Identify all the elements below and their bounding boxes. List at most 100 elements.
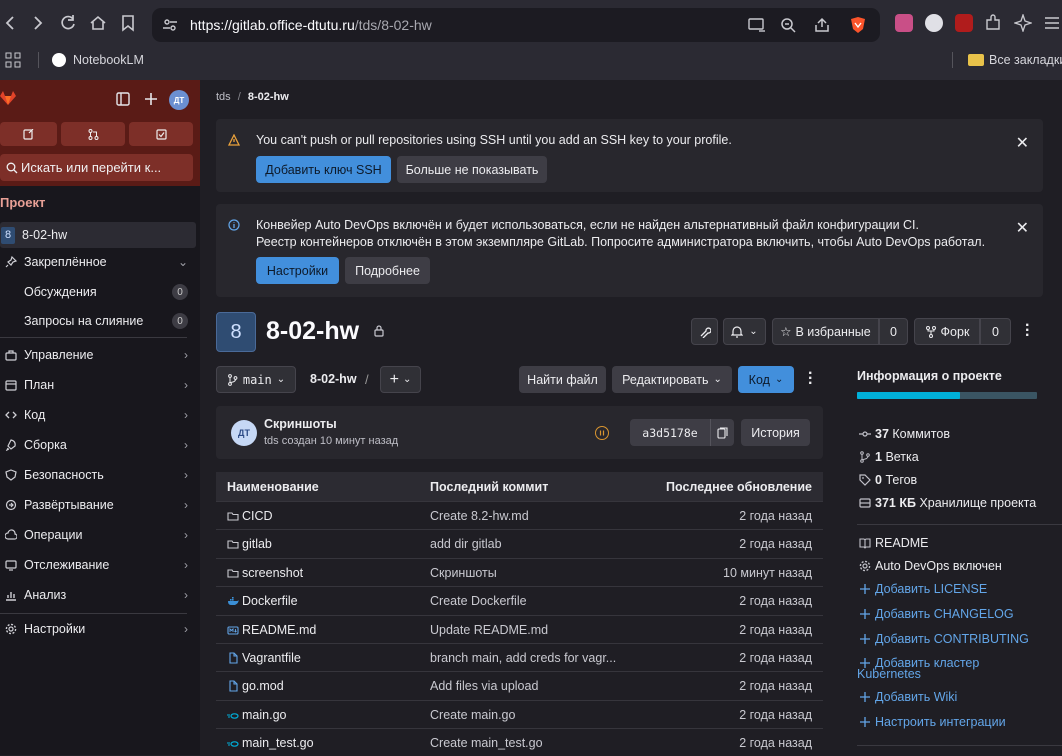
sidebar-item-project[interactable]: 8 8-02-hw <box>0 222 196 248</box>
table-row[interactable]: screenshot Скриншоты 10 минут назад <box>216 557 823 586</box>
notifications-button[interactable]: ⌄ <box>723 318 766 345</box>
add-to-tree-button[interactable]: + ⌄ <box>380 366 421 393</box>
extensions-icon[interactable] <box>984 14 1002 32</box>
sidebar-item-7[interactable]: Отслеживание › <box>0 552 196 578</box>
file-name[interactable]: main.go <box>242 708 286 722</box>
search-or-go-button[interactable]: Искать или перейти к... <box>0 154 193 181</box>
sidebar-item-6[interactable]: Операции › <box>0 522 196 548</box>
close-icon[interactable]: ✕ <box>1016 133 1029 153</box>
file-last-commit[interactable]: Create 8.2-hw.md <box>430 509 529 523</box>
add-link[interactable]: Добавить LICENSE <box>857 582 987 596</box>
project-stat[interactable]: 37 Коммитов <box>857 427 950 441</box>
file-name[interactable]: README.md <box>242 623 316 637</box>
breadcrumb-project[interactable]: 8-02-hw <box>248 91 289 103</box>
fork-button[interactable]: Форк <box>914 318 980 345</box>
merge-requests-shortcut-button[interactable] <box>61 122 125 146</box>
add-link[interactable]: Добавить кластер Kubernetes <box>857 656 1037 680</box>
translate-ext-icon[interactable] <box>895 14 913 32</box>
table-row[interactable]: Vagrantfile branch main, add creds for va… <box>216 643 823 671</box>
find-file-button[interactable]: Найти файл <box>519 366 606 393</box>
sidebar-item-settings[interactable]: Настройки › <box>0 616 196 642</box>
all-bookmarks[interactable]: Все закладки <box>989 53 1062 67</box>
file-name[interactable]: Dockerfile <box>242 594 298 608</box>
sidebar-item-0[interactable]: Управление › <box>0 342 196 368</box>
site-settings-icon[interactable] <box>162 17 178 33</box>
file-name[interactable]: screenshot <box>242 566 303 580</box>
dont-show-again-button[interactable]: Больше не показывать <box>397 156 547 183</box>
address-bar[interactable]: https://gitlab.office-dtutu.ru/tds/8-02-… <box>152 8 880 42</box>
commit-author[interactable]: tds <box>264 435 279 447</box>
file-name[interactable]: main_test.go <box>242 736 314 750</box>
copy-sha-button[interactable] <box>710 419 734 446</box>
file-name[interactable]: gitlab <box>242 537 272 551</box>
forward-icon[interactable] <box>28 13 48 33</box>
pipeline-status-icon[interactable] <box>595 426 609 440</box>
add-ssh-key-button[interactable]: Добавить ключ SSH <box>256 156 391 183</box>
devops-settings-button[interactable]: Настройки <box>256 257 339 284</box>
commit-author-avatar[interactable]: ДТ <box>231 420 257 446</box>
sidebar-item-2[interactable]: Код › <box>0 402 196 428</box>
code-dropdown[interactable]: Код ⌄ <box>738 366 794 393</box>
cast-icon[interactable] <box>748 17 766 33</box>
ublock-icon[interactable] <box>955 14 973 32</box>
commit-sha[interactable]: a3d5178e <box>630 419 710 446</box>
project-stat[interactable]: 371 КБ Хранилище проекта <box>857 496 1036 510</box>
add-link[interactable]: Добавить Wiki <box>857 690 957 704</box>
bookmark-notebooklm[interactable]: NotebookLM <box>73 53 144 67</box>
sidebar-item-3[interactable]: Сборка › <box>0 432 196 458</box>
menu-icon[interactable] <box>1044 16 1060 30</box>
todos-shortcut-button[interactable] <box>129 122 193 146</box>
more-actions-icon[interactable]: · · · <box>1025 318 1030 344</box>
edit-dropdown[interactable]: Редактировать ⌄ <box>612 366 732 393</box>
breadcrumb-group[interactable]: tds <box>216 91 231 103</box>
home-icon[interactable] <box>88 13 108 33</box>
ai-sparkle-icon[interactable] <box>1014 14 1032 32</box>
file-last-commit[interactable]: Add files via upload <box>430 679 538 693</box>
project-stat[interactable]: 1 Ветка <box>857 450 919 464</box>
language-bar[interactable] <box>857 392 1037 399</box>
create-new-icon[interactable] <box>144 92 158 106</box>
file-name[interactable]: go.mod <box>242 679 284 693</box>
file-name[interactable]: Vagrantfile <box>242 651 301 665</box>
star-button[interactable]: ☆ В избранные <box>772 318 879 345</box>
reload-icon[interactable] <box>58 13 78 33</box>
repo-path[interactable]: 8-02-hw <box>310 372 357 386</box>
file-last-commit[interactable]: Create Dockerfile <box>430 594 527 608</box>
sidebar-item-pinned[interactable]: Закреплённое ⌄ <box>0 249 196 275</box>
sidebar-item-5[interactable]: Развёртывание › <box>0 492 196 518</box>
sidebar-item-1[interactable]: План › <box>0 372 196 398</box>
sidebar-item-issues[interactable]: Обсуждения 0 <box>0 279 196 305</box>
project-stat[interactable]: 0 Тегов <box>857 473 917 487</box>
history-button[interactable]: История <box>741 419 810 446</box>
file-name[interactable]: CICD <box>242 509 273 523</box>
branch-selector[interactable]: main ⌄ <box>216 366 296 393</box>
sidebar-item-8[interactable]: Анализ › <box>0 582 196 608</box>
learn-more-button[interactable]: Подробнее <box>345 257 430 284</box>
file-last-commit[interactable]: Скриншоты <box>430 566 497 580</box>
sidebar-toggle-icon[interactable] <box>116 92 130 106</box>
add-link[interactable]: Настроить интеграции <box>857 715 1006 729</box>
file-last-commit[interactable]: Create main.go <box>430 708 515 722</box>
apps-grid-icon[interactable] <box>5 52 21 68</box>
project-link[interactable]: README <box>857 536 928 550</box>
file-last-commit[interactable]: Update README.md <box>430 623 548 637</box>
gitlab-logo-icon[interactable] <box>0 90 16 106</box>
file-last-commit[interactable]: Create main_test.go <box>430 736 543 750</box>
more-actions-icon[interactable]: · · · <box>808 366 813 392</box>
zoom-icon[interactable] <box>780 17 796 33</box>
table-row[interactable]: CICD Create 8.2-hw.md 2 года назад <box>216 501 823 529</box>
close-icon[interactable]: ✕ <box>1016 218 1029 238</box>
sidebar-item-merge-requests[interactable]: Запросы на слияние 0 <box>0 308 196 334</box>
fork-count[interactable]: 0 <box>980 318 1011 345</box>
star-count[interactable]: 0 <box>879 318 908 345</box>
issues-shortcut-button[interactable] <box>0 122 57 146</box>
table-row[interactable]: Dockerfile Create Dockerfile 2 года назад <box>216 586 823 614</box>
add-link[interactable]: Добавить CONTRIBUTING <box>857 632 1029 646</box>
file-last-commit[interactable]: branch main, add creds for vagr... <box>430 651 616 665</box>
back-icon[interactable] <box>0 13 20 33</box>
project-admin-button[interactable] <box>691 318 718 345</box>
brave-shield-icon[interactable] <box>850 16 866 34</box>
file-last-commit[interactable]: add dir gitlab <box>430 537 502 551</box>
table-row[interactable]: go.mod Add files via upload 2 года назад <box>216 671 823 699</box>
table-row[interactable]: gitlab add dir gitlab 2 года назад <box>216 529 823 557</box>
